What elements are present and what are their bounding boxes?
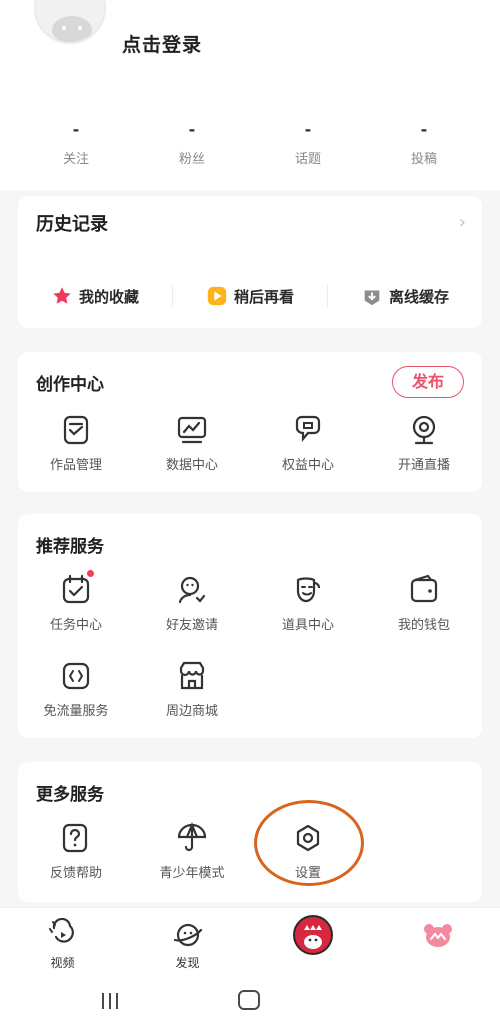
recommended-grid-row-2: 免流量服务 周边商城 [18, 658, 482, 719]
invite-friends-item[interactable]: 好友邀请 [134, 572, 250, 633]
stat-value: - [188, 120, 196, 139]
favorites-label: 我的收藏 [78, 287, 139, 306]
planet-icon [173, 923, 202, 947]
nav-discover[interactable]: 发现 [125, 908, 250, 977]
create-center-card: 创作中心 发布 作品管理 数据中心 权益中心 开通直播 [18, 352, 482, 492]
start-live-item[interactable]: 开通直播 [366, 412, 482, 473]
grid-label: 道具中心 [281, 618, 334, 633]
recommended-services-card: 推荐服务 任务中心 好友邀请 道具中心 我的钱包 免流量服务 周边商城 [18, 514, 482, 738]
help-icon [62, 823, 88, 853]
more-services-grid: 反馈帮助 青少年模式 设置 [18, 820, 482, 881]
stats-row: - 关注 - 粉丝 - 话题 - 投稿 [18, 120, 482, 176]
nav-create[interactable] [250, 908, 375, 977]
publish-button[interactable]: 发布 [392, 366, 464, 398]
benefits-center-item[interactable]: 权益中心 [250, 412, 366, 473]
offline-cache-label: 离线缓存 [388, 287, 449, 306]
grid-label: 反馈帮助 [49, 866, 102, 881]
grid-label: 青少年模式 [159, 866, 225, 881]
download-icon [364, 290, 380, 306]
data-center-item[interactable]: 数据中心 [134, 412, 250, 473]
nav-profile[interactable] [375, 908, 500, 977]
nav-label: 发现 [175, 956, 200, 970]
recents-icon[interactable] [100, 991, 120, 1011]
grid-label: 作品管理 [49, 458, 102, 473]
feedback-help-item[interactable]: 反馈帮助 [18, 820, 134, 881]
stat-posts[interactable]: - 投稿 [366, 120, 482, 176]
merch-shop-item[interactable]: 周边商城 [134, 658, 250, 719]
sim-card-icon [62, 662, 90, 690]
home-button-icon[interactable] [238, 990, 260, 1010]
stat-label: 投稿 [410, 152, 437, 167]
stat-topics[interactable]: - 话题 [250, 120, 366, 176]
more-services-card: 更多服务 反馈帮助 青少年模式 设置 [18, 762, 482, 902]
watch-later-button[interactable]: 稍后再看 [173, 285, 327, 307]
bottom-nav: 视频 发现 [0, 907, 500, 977]
works-management-item[interactable]: 作品管理 [18, 412, 134, 473]
video-icon [48, 918, 74, 943]
grid-label: 免流量服务 [43, 704, 109, 719]
favorites-button[interactable]: 我的收藏 [18, 285, 172, 307]
free-data-item[interactable]: 免流量服务 [18, 658, 134, 719]
default-avatar-icon [52, 16, 92, 42]
teen-mode-item[interactable]: 青少年模式 [134, 820, 250, 881]
profile-header: 点击登录 - 关注 - 粉丝 - 话题 - 投稿 [0, 0, 500, 190]
nav-label: 视频 [50, 956, 75, 970]
stat-label: 话题 [294, 152, 321, 167]
stat-following[interactable]: - 关注 [18, 120, 134, 176]
stat-label: 粉丝 [178, 152, 205, 167]
create-center-title: 创作中心 [36, 375, 104, 395]
umbrella-icon [177, 822, 207, 852]
chart-icon [177, 416, 207, 444]
grid-label: 数据中心 [165, 458, 218, 473]
stat-value: - [72, 120, 80, 139]
stat-label: 关注 [62, 152, 89, 167]
invite-icon [178, 576, 206, 604]
my-wallet-item[interactable]: 我的钱包 [366, 572, 482, 633]
shop-icon [179, 661, 205, 690]
notification-dot [87, 570, 94, 577]
camera-icon [412, 415, 436, 445]
stat-value: - [420, 120, 428, 139]
grid-label: 任务中心 [49, 618, 102, 633]
star-icon [53, 287, 71, 304]
grid-label: 我的钱包 [397, 618, 450, 633]
recommended-grid-row-1: 任务中心 好友邀请 道具中心 我的钱包 [18, 570, 482, 633]
task-center-item[interactable]: 任务中心 [18, 570, 134, 633]
quick-actions: 我的收藏 稍后再看 离线缓存 [18, 278, 482, 314]
works-icon [63, 415, 89, 445]
badge-icon [295, 415, 321, 443]
login-prompt[interactable]: 点击登录 [122, 30, 202, 57]
create-center-grid: 作品管理 数据中心 权益中心 开通直播 [18, 412, 482, 473]
watch-later-label: 稍后再看 [233, 287, 294, 306]
history-title[interactable]: 历史记录 [36, 210, 108, 236]
nav-video[interactable]: 视频 [0, 908, 125, 977]
props-center-item[interactable]: 道具中心 [250, 572, 366, 633]
calendar-task-icon [62, 574, 90, 604]
history-card: 历史记录 › 我的收藏 稍后再看 离线缓存 [18, 196, 482, 328]
recommended-title: 推荐服务 [36, 537, 104, 557]
stat-followers[interactable]: - 粉丝 [134, 120, 250, 176]
grid-label: 好友邀请 [165, 618, 218, 633]
stat-value: - [304, 120, 312, 139]
system-nav-bar [0, 977, 500, 1028]
offline-cache-button[interactable]: 离线缓存 [328, 285, 482, 307]
avatar[interactable] [34, 0, 106, 44]
mask-icon [296, 577, 321, 603]
grid-label: 开通直播 [397, 458, 450, 473]
wallet-icon [410, 574, 438, 603]
play-later-icon [207, 286, 227, 306]
more-services-title: 更多服务 [36, 785, 104, 805]
highlight-circle-annotation [254, 800, 364, 886]
profile-mascot-icon [423, 924, 452, 947]
create-avatar-icon [292, 915, 333, 955]
grid-label: 周边商城 [165, 704, 218, 719]
chevron-right-icon[interactable]: › [459, 212, 466, 233]
grid-label: 权益中心 [281, 458, 334, 473]
profile-page: 点击登录 - 关注 - 粉丝 - 话题 - 投稿 历史记录 › 我的收藏 稍后再… [0, 0, 500, 1028]
